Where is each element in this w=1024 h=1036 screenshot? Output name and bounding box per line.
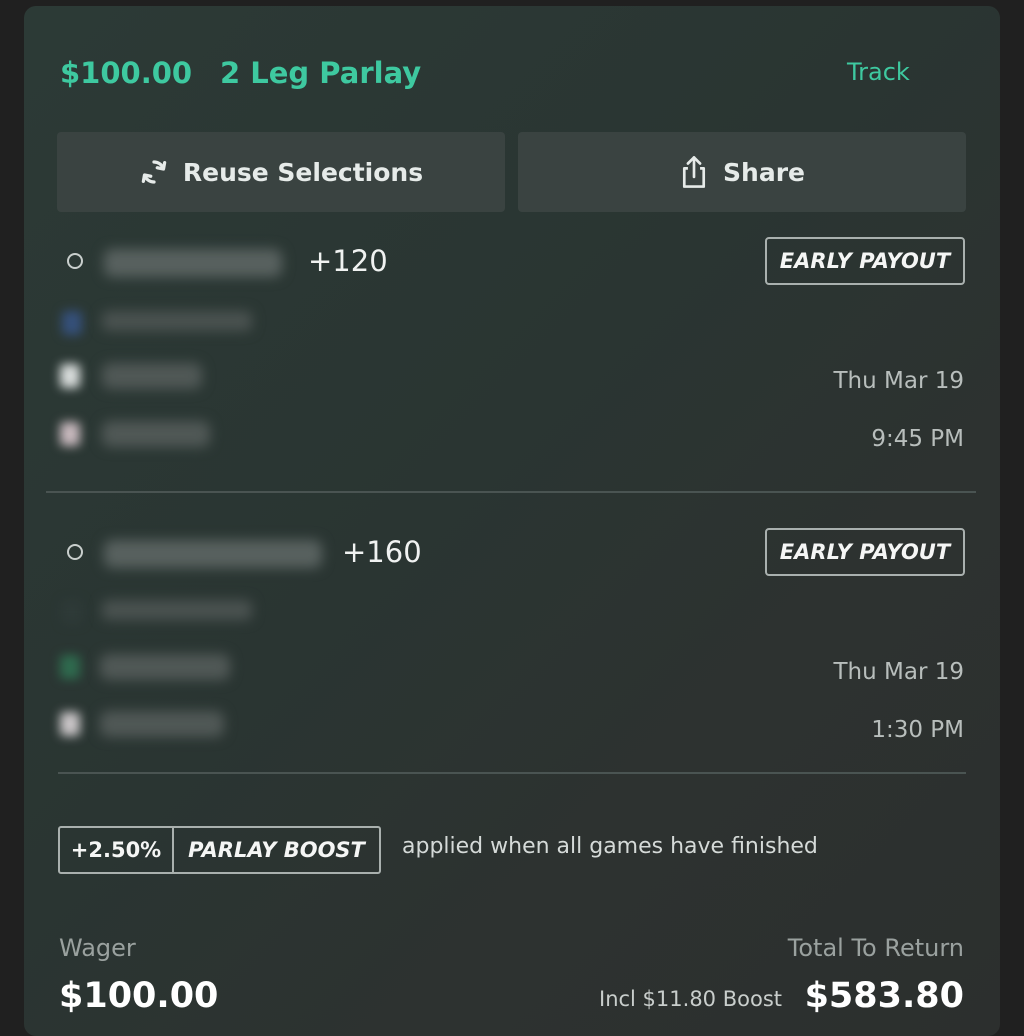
team-logo-icon [60, 655, 80, 679]
team-logo-icon [60, 364, 80, 388]
reuse-selections-button[interactable]: Reuse Selections [57, 132, 505, 212]
leg-divider [46, 491, 976, 493]
team-name-redacted [102, 421, 210, 447]
bet-card: $100.00 2 Leg Parlay Track Reuse Selecti… [24, 6, 1000, 1036]
wager-value: $100.00 [59, 976, 219, 1016]
early-payout-badge: EARLY PAYOUT [765, 237, 965, 285]
reuse-selections-label: Reuse Selections [182, 157, 424, 187]
team-logo-icon [60, 712, 80, 736]
team-logo-icon [60, 422, 80, 446]
leg-market-redacted [102, 311, 252, 331]
leg-time: 1:30 PM [871, 717, 964, 743]
track-link[interactable]: Track [847, 58, 910, 86]
early-payout-badge: EARLY PAYOUT [765, 528, 965, 576]
leg-date: Thu Mar 19 [833, 659, 965, 685]
leg-status-icon [67, 253, 83, 269]
total-return-value: $583.80 [804, 976, 964, 1016]
team-name-redacted [100, 654, 230, 680]
parlay-boost-badge: +2.50% PARLAY BOOST [58, 826, 381, 874]
leg-selection-name-redacted [104, 249, 282, 277]
section-divider [58, 772, 966, 774]
boost-percent: +2.50% [60, 828, 174, 872]
bet-title: 2 Leg Parlay [220, 56, 422, 90]
share-icon [682, 156, 706, 188]
boost-label: PARLAY BOOST [188, 838, 365, 862]
leg-odds: +160 [342, 535, 422, 569]
market-icon [62, 600, 82, 624]
share-button[interactable]: Share [518, 132, 966, 212]
market-icon [62, 311, 82, 335]
refresh-icon [141, 160, 167, 184]
leg-date: Thu Mar 19 [833, 368, 965, 394]
boost-included-note: Incl $11.80 Boost [599, 987, 782, 1011]
leg-status-icon [67, 544, 83, 560]
team-name-redacted [100, 711, 224, 737]
leg-market-redacted [102, 600, 252, 620]
boost-note: applied when all games have finished [402, 834, 818, 859]
leg-odds: +120 [308, 244, 388, 278]
team-name-redacted [102, 363, 202, 389]
total-return-label: Total To Return [787, 934, 964, 962]
share-label: Share [723, 157, 805, 187]
wager-label: Wager [59, 934, 136, 962]
bet-amount: $100.00 [60, 56, 193, 90]
leg-time: 9:45 PM [871, 426, 964, 452]
leg-selection-name-redacted [104, 540, 322, 568]
